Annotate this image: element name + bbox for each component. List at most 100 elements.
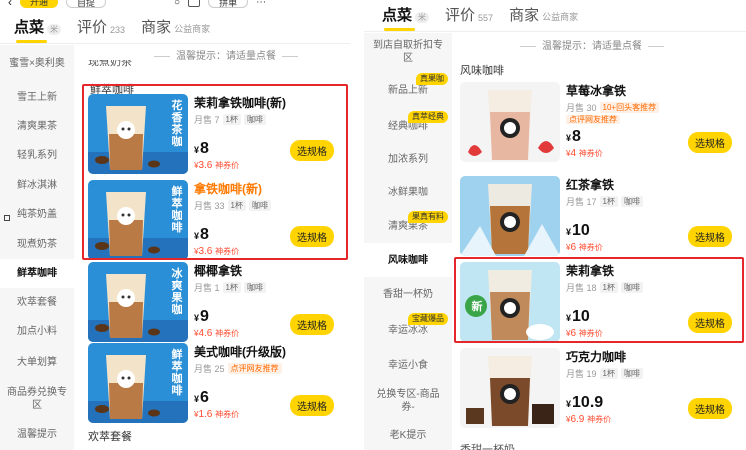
tab-merchant[interactable]: 商家 公益商家 [509, 4, 578, 31]
product-meta: 月售 1 1杯 咖啡 [194, 281, 266, 294]
product-card[interactable]: 鲜萃咖啡 美式咖啡(升级版) 月售 25 点评网友推荐 ¥6 ¥1.6 神券价 选规格 [88, 343, 344, 423]
sidebar-item[interactable]: 清爽果茶 [0, 112, 74, 141]
bottom-section-title: 欢萃套餐 [88, 431, 132, 443]
sidebar-item[interactable]: 加点小料 [0, 317, 74, 346]
sidebar-item[interactable]: 冰鲜果咖 [364, 176, 452, 209]
tab-reviews[interactable]: 评价 233 [77, 16, 125, 43]
product-meta: 月售 19 1杯 咖啡 [566, 367, 643, 380]
divider-marker [4, 215, 10, 221]
select-spec-button[interactable]: 选规格 [688, 398, 732, 419]
coupon-label: 神券价 [215, 329, 240, 338]
product-image[interactable]: 冰爽果咖 [88, 262, 188, 342]
coupon-label: 神券价 [215, 410, 240, 419]
cut-section-title: 现煮奶茶 [88, 60, 132, 68]
sidebar-item[interactable]: 蜜雪×奥利奥 [0, 45, 74, 82]
tab-menu-label: 点菜 [14, 19, 45, 36]
mode-pill-pickup[interactable]: 自提 [66, 0, 107, 8]
notice-text: 温馨提示：请适量点餐 [148, 47, 304, 62]
sidebar-item[interactable]: 幸运小食 [364, 349, 452, 382]
sidebar-item[interactable]: 新品上新 真果咖 [364, 71, 452, 109]
sidebar-item[interactable]: 鲜萃咖啡 [0, 259, 74, 288]
sidebar-item-label: 轻乳系列 [17, 150, 57, 161]
merchant-tag: 公益商家 [542, 12, 579, 22]
product-chip: 1杯 [222, 282, 241, 293]
sidebar-item[interactable]: 商品券兑换专区 [0, 379, 74, 419]
sidebar-item-label: 冰鲜果咖 [388, 187, 428, 198]
coupon-price: ¥6.9 神券价 [566, 414, 611, 425]
sidebar-item-label: 鲜萃咖啡 [17, 268, 57, 279]
coupon-price: ¥4.6 神券价 [194, 328, 239, 339]
merchant-tag: 公益商家 [174, 24, 211, 34]
product-chip: 咖啡 [243, 282, 266, 293]
monthly-sales: 月售 25 [194, 364, 225, 374]
tab-reviews-label: 评价 [77, 19, 108, 36]
more-icon[interactable]: ⋯ [256, 0, 266, 8]
coupon-label: 神券价 [578, 243, 603, 252]
category-sidebar: 到店自取折扣专区 新品上新 真果咖 经典咖啡 真萃经典 加浓系列冰鲜果咖清爽果茶 果真有料风… [364, 33, 452, 450]
search-icon[interactable]: ○ [174, 0, 180, 8]
sidebar-item[interactable]: 兑换专区-商品券- [364, 382, 452, 420]
sidebar-item[interactable]: 香甜一杯奶 [364, 277, 452, 311]
tab-menu-label: 点菜 [382, 7, 413, 24]
select-spec-button[interactable]: 选规格 [688, 226, 732, 247]
product-image[interactable]: 鲜萃咖啡 [88, 343, 188, 423]
product-image[interactable] [460, 176, 560, 256]
tab-menu-badge: 米 [415, 12, 430, 23]
category-sidebar: 蜜雪×奥利奥 雪王上新清爽果茶轻乳系列鲜冰淇淋纯茶奶盖现煮奶茶鲜萃咖啡欢萃套餐加点… [0, 45, 74, 450]
group-order-badge[interactable]: 拼单 [208, 0, 249, 8]
sidebar-item-label: 加点小料 [17, 326, 57, 337]
sidebar-item[interactable]: 经典咖啡 真萃经典 [364, 109, 452, 143]
coupon-value: 4.6 [198, 328, 213, 339]
sidebar-item[interactable]: 大单划算 [0, 346, 74, 379]
product-meta: 月售 17 1杯 咖啡 [566, 195, 643, 208]
sidebar-item[interactable]: 风味咖啡 [364, 243, 452, 277]
mode-pill-open[interactable]: 开通 [20, 0, 59, 8]
sidebar-item-label: 纯茶奶盖 [17, 209, 57, 220]
sidebar-item[interactable]: 欢萃套餐 [0, 288, 74, 317]
sidebar-item-label: 风味咖啡 [388, 254, 428, 266]
coupon-value: 6.9 [570, 414, 585, 425]
sidebar-item-label: 清爽果茶 [17, 121, 57, 132]
sidebar-item[interactable]: 雪王上新 [0, 82, 74, 112]
share-icon[interactable] [188, 0, 201, 7]
price-value: 9 [200, 308, 209, 325]
product-card[interactable]: 冰爽果咖 椰椰拿铁 月售 1 1杯 咖啡 ¥9 ¥4.6 神券价 选规格 [88, 262, 344, 342]
coupon-value: 1.6 [198, 409, 213, 420]
product-name: 红茶拿铁 [566, 178, 615, 192]
coupon-label: 神券价 [578, 149, 603, 158]
sidebar-item-label: 现煮奶茶 [17, 238, 57, 250]
status-bar: ‹ 开通 自提 ○ 拼单 ⋯ [0, 0, 266, 9]
tab-menu[interactable]: 点菜 米 [382, 4, 430, 31]
sidebar-item[interactable]: 温馨提示 [0, 419, 74, 449]
sidebar-item[interactable]: 清爽果茶 果真有料 [364, 209, 452, 243]
sidebar-item-label: 大单划算 [17, 357, 57, 368]
sidebar-item[interactable]: 现煮奶茶 [0, 229, 74, 259]
monthly-sales: 月售 1 [194, 283, 220, 293]
review-count: 233 [110, 25, 126, 35]
sidebar-item-label: 幸运冰冰 [388, 324, 428, 336]
select-spec-button[interactable]: 选规格 [290, 314, 334, 335]
product-chip: 咖啡 [620, 368, 643, 379]
tab-merchant[interactable]: 商家 公益商家 [141, 16, 210, 43]
tab-menu[interactable]: 点菜 米 [14, 16, 62, 43]
product-card[interactable]: 草莓冰拿铁 月售 30 10+回头客推荐 点评网友推荐 ¥8 ¥4 神券价 选规格 [460, 82, 742, 162]
product-image[interactable] [460, 348, 560, 428]
sidebar-item[interactable]: 纯茶奶盖 [0, 200, 74, 229]
sidebar-item[interactable]: 到店自取折扣专区 [364, 33, 452, 71]
sidebar-item[interactable]: 老K提示 [364, 420, 452, 450]
price-currency: ¥ [566, 227, 572, 237]
product-image[interactable] [460, 82, 560, 162]
tab-merchant-label: 商家 [509, 7, 540, 24]
back-icon[interactable]: ‹ [8, 0, 12, 9]
product-name: 巧克力咖啡 [566, 350, 627, 364]
select-spec-button[interactable]: 选规格 [290, 395, 334, 416]
tab-reviews[interactable]: 评价 557 [445, 4, 493, 31]
product-card[interactable]: 巧克力咖啡 月售 19 1杯 咖啡 ¥10.9 ¥6.9 神券价 选规格 [460, 348, 742, 428]
sidebar-item[interactable]: 幸运冰冰 宝藏爆品 [364, 311, 452, 349]
product-card[interactable]: 红茶拿铁 月售 17 1杯 咖啡 ¥10 ¥6 神券价 选规格 [460, 176, 742, 256]
tab-bar: 点菜 米 评价 557 商家 公益商家 [364, 2, 746, 32]
sidebar-item[interactable]: 轻乳系列 [0, 141, 74, 170]
select-spec-button[interactable]: 选规格 [688, 132, 732, 153]
sidebar-item[interactable]: 鲜冰淇淋 [0, 170, 74, 200]
sidebar-item[interactable]: 加浓系列 [364, 143, 452, 176]
